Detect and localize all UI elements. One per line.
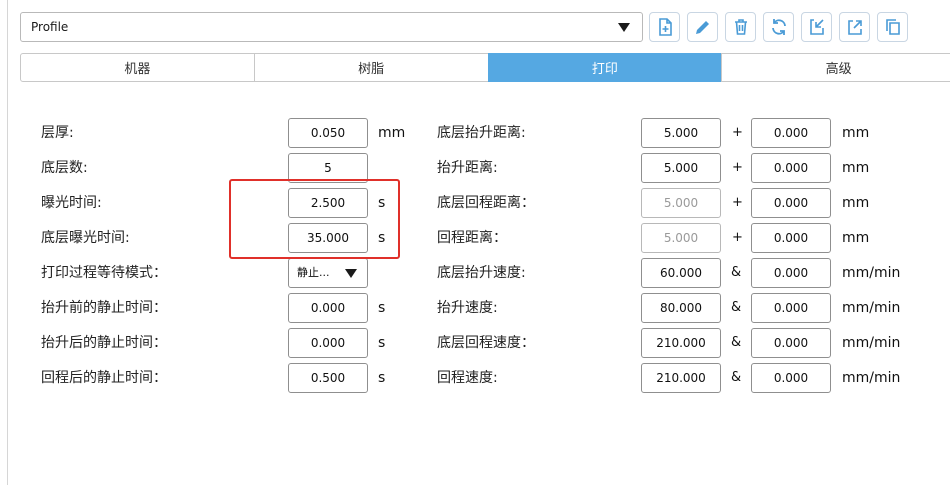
tab-advanced[interactable]: 高级 (721, 53, 950, 82)
rename-profile-button[interactable] (687, 12, 718, 42)
wait-mode-value: 静止... (297, 266, 330, 279)
layer-height-label: 层厚: (41, 125, 74, 141)
retract-speed-label: 回程速度: (437, 370, 498, 386)
bottom-lift-distance-unit: mm (842, 125, 870, 141)
exposure-time-unit: s (378, 195, 386, 211)
profile-select-value: Profile (31, 20, 69, 34)
export-profile-button[interactable] (839, 12, 870, 42)
bottom-exposure-time-label: 底层曝光时间: (41, 230, 130, 246)
tab-machine[interactable]: 机器 (20, 53, 255, 82)
lift-speed-label: 抬升速度: (437, 300, 498, 316)
layer-height-unit: mm (378, 125, 406, 141)
lift-speed-unit: mm/min (842, 300, 901, 316)
bottom-retract-distance-op: + (732, 195, 743, 210)
rest-after-retract-label: 回程后的静止时间： (41, 370, 167, 386)
exposure-time-label: 曝光时间: (41, 195, 102, 211)
rest-before-lift-label: 抬升前的静止时间： (41, 300, 167, 316)
bottom-retract-distance-label: 底层回程距离： (437, 195, 535, 211)
bottom-lift-distance-label: 底层抬升距离: (437, 125, 526, 141)
bottom-exposure-time-unit: s (378, 230, 386, 246)
rest-after-lift-label: 抬升后的静止时间： (41, 335, 167, 351)
lift-distance-unit: mm (842, 160, 870, 176)
import-icon (809, 19, 824, 35)
wait-mode-select[interactable]: 静止... (288, 258, 368, 288)
bottom-layers-label: 底层数: (41, 160, 88, 176)
retract-speed-extra-input[interactable]: 0.000 (751, 363, 831, 393)
left-divider (7, 0, 8, 485)
retract-distance-op: + (732, 230, 743, 245)
bottom-lift-distance-op: + (732, 125, 743, 140)
trash-icon (734, 19, 747, 35)
profile-select[interactable]: Profile (20, 12, 643, 42)
rest-after-lift-input[interactable]: 0.000 (288, 328, 368, 358)
rest-before-lift-unit: s (378, 300, 386, 316)
retract-distance-unit: mm (842, 230, 870, 246)
exposure-time-input[interactable]: 2.500 (288, 188, 368, 218)
profile-toolbar (649, 12, 908, 42)
bottom-retract-distance-unit: mm (842, 195, 870, 211)
retract-distance-input: 5.000 (641, 223, 721, 253)
lift-distance-extra-input[interactable]: 0.000 (751, 153, 831, 183)
bottom-lift-speed-input[interactable]: 60.000 (641, 258, 721, 288)
bottom-layers-input[interactable]: 5 (288, 153, 368, 183)
rest-before-lift-input[interactable]: 0.000 (288, 293, 368, 323)
bottom-lift-distance-extra-input[interactable]: 0.000 (751, 118, 831, 148)
tab-resin[interactable]: 树脂 (253, 53, 489, 82)
retract-speed-unit: mm/min (842, 370, 901, 386)
reset-profile-button[interactable] (763, 12, 794, 42)
bottom-lift-speed-op: & (731, 265, 742, 280)
copy-icon (885, 19, 900, 35)
bottom-lift-speed-unit: mm/min (842, 265, 901, 281)
layer-height-input[interactable]: 0.050 (288, 118, 368, 148)
lift-distance-label: 抬升距离: (437, 160, 498, 176)
retract-speed-input[interactable]: 210.000 (641, 363, 721, 393)
bottom-retract-speed-op: & (731, 335, 742, 350)
bottom-lift-speed-label: 底层抬升速度: (437, 265, 526, 281)
bottom-lift-speed-extra-input[interactable]: 0.000 (751, 258, 831, 288)
bottom-retract-distance-extra-input[interactable]: 0.000 (751, 188, 831, 218)
retract-distance-label: 回程距离： (437, 230, 507, 246)
chevron-down-icon[interactable] (345, 269, 357, 278)
lift-speed-op: & (731, 300, 742, 315)
wait-mode-label: 打印过程等待模式： (41, 265, 167, 281)
delete-profile-button[interactable] (725, 12, 756, 42)
bottom-retract-distance-input: 5.000 (641, 188, 721, 218)
lift-speed-extra-input[interactable]: 0.000 (751, 293, 831, 323)
rest-after-retract-unit: s (378, 370, 386, 386)
bottom-exposure-time-input[interactable]: 35.000 (288, 223, 368, 253)
copy-profile-button[interactable] (877, 12, 908, 42)
export-icon (847, 20, 862, 35)
new-profile-button[interactable] (649, 12, 680, 42)
import-profile-button[interactable] (801, 12, 832, 42)
lift-speed-input[interactable]: 80.000 (641, 293, 721, 323)
rest-after-lift-unit: s (378, 335, 386, 351)
lift-distance-input[interactable]: 5.000 (641, 153, 721, 183)
bottom-retract-speed-extra-input[interactable]: 0.000 (751, 328, 831, 358)
chevron-down-icon[interactable] (618, 23, 630, 32)
new-file-icon (658, 18, 672, 36)
lift-distance-op: + (732, 160, 743, 175)
bottom-retract-speed-unit: mm/min (842, 335, 901, 351)
retract-distance-extra-input[interactable]: 0.000 (751, 223, 831, 253)
rest-after-retract-input[interactable]: 0.500 (288, 363, 368, 393)
bottom-retract-speed-label: 底层回程速度： (437, 335, 535, 351)
settings-tabs: 机器 树脂 打印 高级 (20, 53, 950, 82)
retract-speed-op: & (731, 370, 742, 385)
tab-print[interactable]: 打印 (487, 53, 723, 82)
pencil-icon (695, 21, 709, 34)
bottom-lift-distance-input[interactable]: 5.000 (641, 118, 721, 148)
refresh-icon (771, 19, 786, 35)
bottom-retract-speed-input[interactable]: 210.000 (641, 328, 721, 358)
